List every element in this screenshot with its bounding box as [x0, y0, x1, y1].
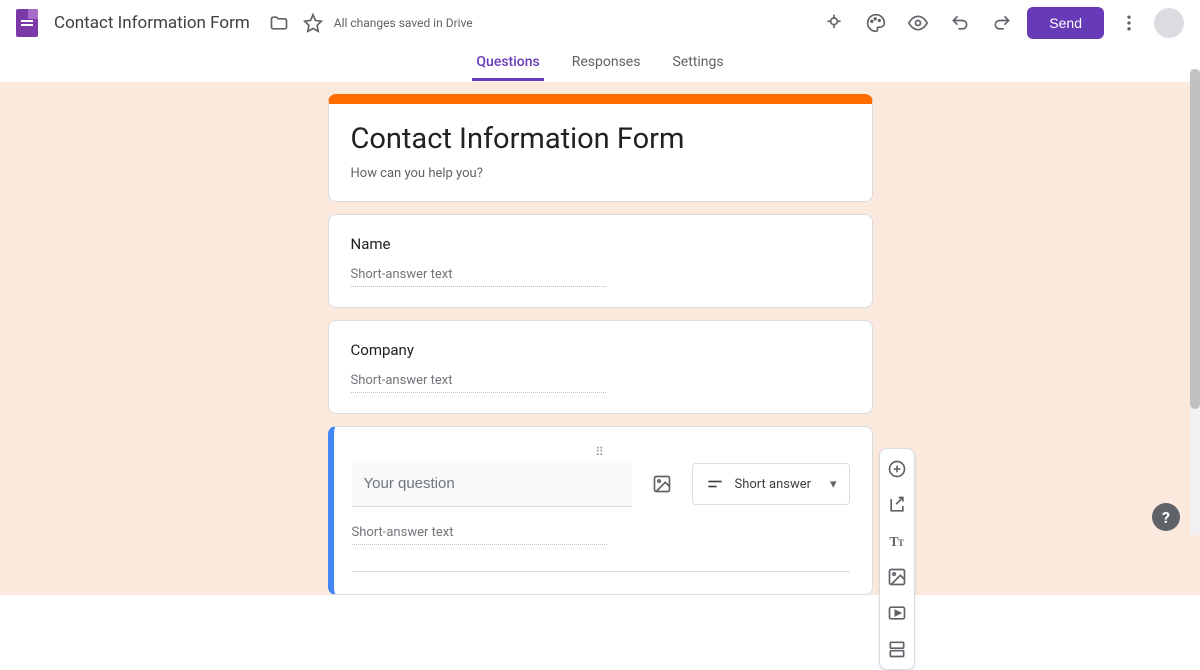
palette-icon [866, 13, 886, 33]
move-to-folder-button[interactable] [262, 6, 296, 40]
redo-button[interactable] [985, 6, 1019, 40]
vertical-scrollbar[interactable] [1190, 69, 1200, 535]
tab-settings[interactable]: Settings [668, 46, 727, 81]
answer-placeholder: Short-answer text [352, 525, 607, 545]
tab-questions[interactable]: Questions [472, 46, 543, 81]
document-title[interactable]: Contact Information Form [54, 13, 250, 33]
card-footer-divider [352, 571, 850, 572]
question-type-label: Short answer [735, 477, 812, 492]
save-status: All changes saved in Drive [334, 16, 473, 30]
help-button[interactable]: ? [1152, 503, 1180, 531]
undo-button[interactable] [943, 6, 977, 40]
form-header-card[interactable]: Contact Information Form How can you hel… [328, 94, 873, 202]
form-description[interactable]: How can you help you? [351, 166, 850, 181]
send-button[interactable]: Send [1027, 7, 1104, 39]
question-label: Company [351, 341, 850, 359]
form-wrapper: Contact Information Form How can you hel… [328, 94, 873, 595]
more-options-button[interactable] [1112, 6, 1146, 40]
section-icon [887, 639, 907, 659]
more-vert-icon [1119, 13, 1139, 33]
customize-theme-button[interactable] [859, 6, 893, 40]
form-title[interactable]: Contact Information Form [351, 122, 850, 156]
question-edit-row: Short answer ▾ [352, 461, 850, 507]
eye-icon [908, 13, 928, 33]
question-label: Name [351, 235, 850, 253]
add-title-button[interactable]: TT [883, 527, 911, 555]
folder-icon [269, 13, 289, 33]
image-icon [652, 474, 672, 494]
header-bar: Contact Information Form All changes sav… [0, 0, 1200, 46]
redo-icon [992, 13, 1012, 33]
tabs-bar: Questions Responses Settings [0, 46, 1200, 82]
star-icon [303, 13, 323, 33]
import-icon [887, 495, 907, 515]
add-section-button[interactable] [883, 635, 911, 663]
question-card-name[interactable]: Name Short-answer text [328, 214, 873, 308]
account-avatar[interactable] [1154, 8, 1184, 38]
form-canvas: Contact Information Form How can you hel… [0, 82, 1200, 595]
question-card-company[interactable]: Company Short-answer text [328, 320, 873, 414]
addons-button[interactable] [817, 6, 851, 40]
import-questions-button[interactable] [883, 491, 911, 519]
answer-placeholder: Short-answer text [351, 267, 606, 287]
drag-handle-icon[interactable]: ⠿ [352, 449, 850, 455]
chevron-down-icon: ▾ [830, 477, 837, 492]
active-question-card[interactable]: ⠿ Short answer ▾ Short-answer text [328, 426, 873, 595]
add-image-button[interactable] [644, 466, 680, 502]
scrollbar-thumb[interactable] [1190, 69, 1200, 409]
answer-placeholder: Short-answer text [351, 373, 606, 393]
svg-text:T: T [898, 538, 904, 548]
undo-icon [950, 13, 970, 33]
question-type-dropdown[interactable]: Short answer ▾ [692, 463, 850, 505]
add-question-button[interactable] [883, 455, 911, 483]
help-icon: ? [1162, 508, 1170, 527]
image-icon [887, 567, 907, 587]
short-answer-icon [705, 474, 725, 494]
preview-button[interactable] [901, 6, 935, 40]
title-icon: TT [887, 531, 907, 551]
forms-logo[interactable] [16, 9, 38, 37]
question-title-input[interactable] [352, 461, 632, 507]
addon-icon [824, 13, 844, 33]
star-button[interactable] [296, 6, 330, 40]
plus-circle-icon [887, 459, 907, 479]
add-video-button[interactable] [883, 599, 911, 627]
video-icon [887, 603, 907, 623]
add-image-button-toolbar[interactable] [883, 563, 911, 591]
floating-toolbar: TT [879, 448, 915, 670]
header-actions: Send [817, 6, 1184, 40]
tab-responses[interactable]: Responses [568, 46, 645, 81]
